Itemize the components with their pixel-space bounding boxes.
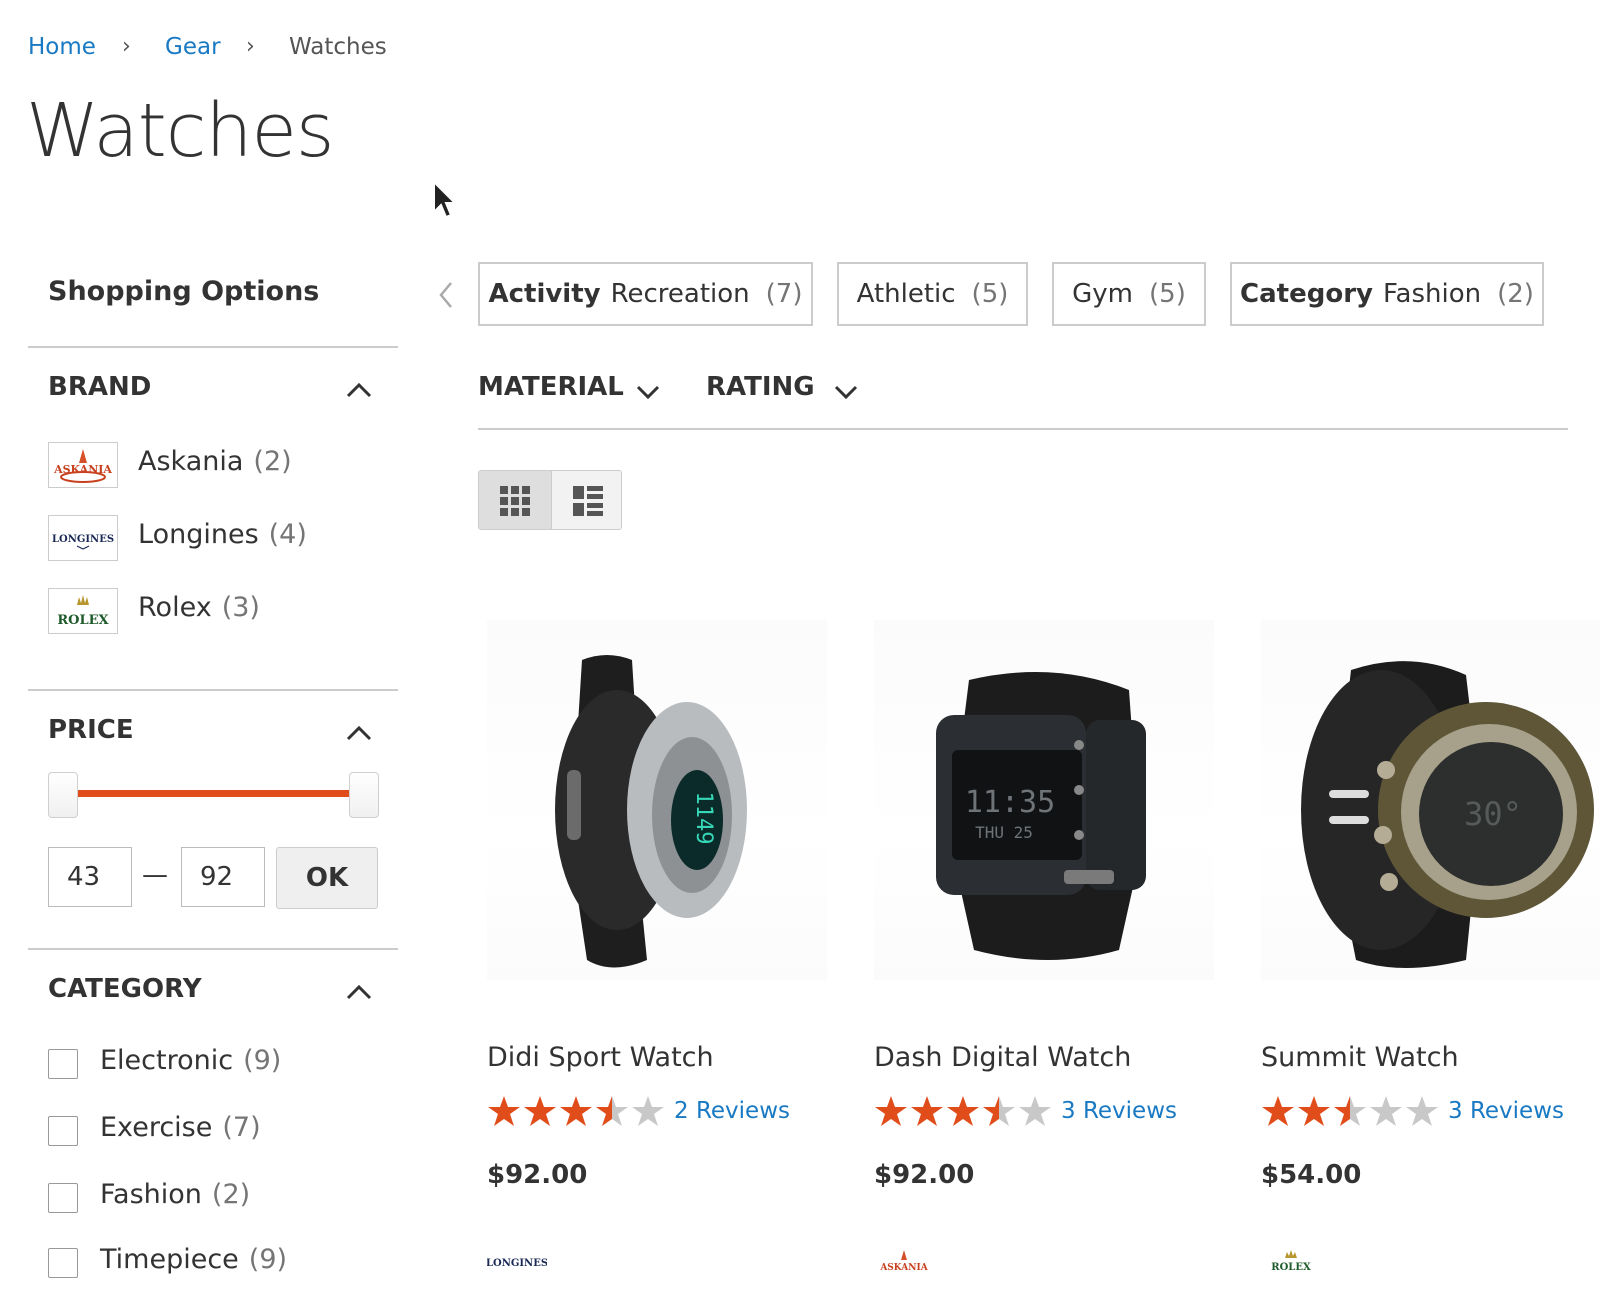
star-rating-icon <box>488 1096 664 1126</box>
rolex-logo: ROLEX <box>1261 1250 1321 1276</box>
chevron-right-icon: › <box>122 34 131 59</box>
rolex-logo-text: ROLEX <box>57 613 109 628</box>
product-image[interactable]: 11:35 THU 25 <box>874 620 1214 980</box>
chevron-down-icon[interactable] <box>636 384 660 400</box>
reviews-link[interactable]: 3 Reviews <box>1061 1098 1177 1124</box>
material-filter-dropdown[interactable]: MATERIAL <box>478 372 624 402</box>
product-name-link[interactable]: Summit Watch <box>1261 1042 1459 1073</box>
checkbox[interactable] <box>48 1049 78 1079</box>
longines-logo-text: LONGINES <box>52 534 114 545</box>
product-image[interactable]: 1149 <box>487 620 827 980</box>
svg-text:1149: 1149 <box>691 792 716 845</box>
rating-stars <box>1261 1094 1441 1128</box>
price-filter-title[interactable]: PRICE <box>48 715 134 745</box>
watch-image: 11:35 THU 25 <box>936 672 1146 960</box>
rolex-logo: ROLEX <box>48 588 118 634</box>
price-slider-min-handle[interactable] <box>48 772 78 818</box>
view-mode-switcher <box>478 470 622 530</box>
rating-stars <box>874 1094 1054 1128</box>
divider <box>28 948 398 950</box>
reviews-link[interactable]: 2 Reviews <box>674 1098 790 1124</box>
svg-text:30°: 30° <box>1464 795 1522 833</box>
reviews-link[interactable]: 3 Reviews <box>1448 1098 1564 1124</box>
chevron-down-icon[interactable] <box>834 384 858 400</box>
mouse-cursor-icon <box>433 180 458 219</box>
category-label: Timepiece (9) <box>100 1244 288 1275</box>
checkbox[interactable] <box>48 1183 78 1213</box>
brand-label: Longines (4) <box>138 519 307 550</box>
category-label: Electronic (9) <box>100 1045 282 1076</box>
divider <box>478 428 1568 430</box>
product-price: $92.00 <box>487 1160 588 1190</box>
page-title: Watches <box>26 88 334 174</box>
star-rating-icon <box>1262 1096 1438 1126</box>
price-max-input[interactable] <box>181 847 265 907</box>
divider <box>28 689 398 691</box>
watch-image: 1149 <box>555 655 747 968</box>
category-label: Fashion (2) <box>100 1179 251 1210</box>
grid-view-button[interactable] <box>479 471 551 529</box>
product-price: $54.00 <box>1261 1160 1362 1190</box>
chevron-up-icon[interactable] <box>346 984 372 1000</box>
price-slider-max-handle[interactable] <box>349 772 379 818</box>
price-range-dash: — <box>142 860 168 890</box>
breadcrumb-gear-link[interactable]: Gear <box>165 34 221 60</box>
longines-logo: LONGINES <box>486 1250 548 1276</box>
checkbox[interactable] <box>48 1248 78 1278</box>
swatch-activity-recreation[interactable]: Activity Recreation (7) <box>478 262 813 326</box>
longines-logo-text: LONGINES <box>487 1258 547 1269</box>
swatch-category-fashion[interactable]: Category Fashion (2) <box>1230 262 1544 326</box>
brand-label: Rolex (3) <box>138 592 260 623</box>
brand-label: Askania (2) <box>138 446 292 477</box>
product-image[interactable]: 30° <box>1261 620 1600 980</box>
swatch-athletic[interactable]: Athletic (5) <box>837 262 1028 326</box>
grid-icon <box>500 486 530 516</box>
svg-text:11:35: 11:35 <box>965 785 1055 820</box>
askania-logo: ASKANIA <box>48 442 118 488</box>
svg-text:THU 25: THU 25 <box>975 823 1033 842</box>
rolex-logo-text: ROLEX <box>1271 1262 1311 1272</box>
list-icon <box>573 486 603 516</box>
swatch-gym[interactable]: Gym (5) <box>1052 262 1206 326</box>
rating-filter-dropdown[interactable]: RATING <box>706 372 815 402</box>
product-name-link[interactable]: Dash Digital Watch <box>874 1042 1131 1073</box>
list-view-button[interactable] <box>551 471 621 529</box>
longines-logo: LONGINES <box>48 515 118 561</box>
shopping-options-title: Shopping Options <box>48 276 320 307</box>
chevron-right-icon: › <box>246 34 255 59</box>
rating-stars <box>487 1094 667 1128</box>
category-label: Exercise (7) <box>100 1112 261 1143</box>
checkbox[interactable] <box>48 1116 78 1146</box>
chevron-up-icon[interactable] <box>346 382 372 398</box>
breadcrumb-home-link[interactable]: Home <box>28 34 96 60</box>
star-rating-icon <box>875 1096 1051 1126</box>
brand-filter-title[interactable]: BRAND <box>48 372 151 402</box>
product-name-link[interactable]: Didi Sport Watch <box>487 1042 714 1073</box>
watch-image: 30° <box>1301 661 1594 968</box>
breadcrumb-current: Watches <box>289 34 387 60</box>
price-slider-range <box>62 790 364 797</box>
chevron-left-icon[interactable] <box>436 280 456 310</box>
category-filter-title[interactable]: CATEGORY <box>48 974 202 1004</box>
askania-logo-text: ASKANIA <box>879 1263 928 1272</box>
price-min-input[interactable] <box>48 847 132 907</box>
price-ok-button[interactable]: OK <box>276 847 378 909</box>
product-price: $92.00 <box>874 1160 975 1190</box>
chevron-up-icon[interactable] <box>346 725 372 741</box>
askania-logo: ASKANIA <box>874 1250 934 1276</box>
divider <box>28 346 398 348</box>
